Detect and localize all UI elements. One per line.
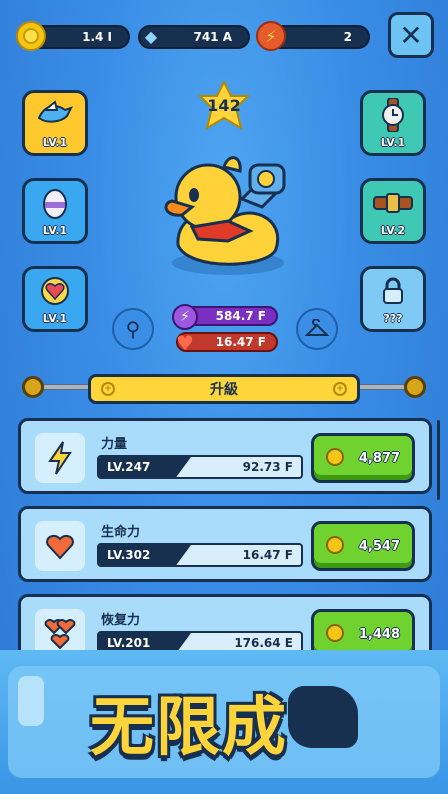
card-value: 176.64 E	[234, 636, 293, 650]
heart-amulet-icon	[39, 269, 71, 312]
egg-icon	[41, 181, 69, 224]
watch-icon	[378, 93, 408, 136]
banner-obscured-glyph	[288, 686, 358, 748]
banner-text: 无限成	[90, 691, 288, 765]
rail-knob-left	[22, 376, 44, 398]
power-upgrade-icon	[35, 433, 85, 483]
buy-button[interactable]: 4,547	[311, 521, 415, 571]
stat-bar: LV.302 16.47 F	[97, 543, 303, 567]
card-value: 92.73 F	[242, 460, 293, 474]
wing-icon	[35, 93, 75, 136]
slot-locked[interactable]: ???	[360, 266, 426, 332]
slot-belt[interactable]: LV.2	[360, 178, 426, 244]
buy-price: 4,877	[358, 450, 400, 466]
card-value: 16.47 F	[242, 548, 293, 562]
coin-counter[interactable]: 1.4 I	[16, 21, 130, 51]
coin-icon	[16, 21, 46, 51]
slot-egg[interactable]: LV.1	[22, 178, 88, 244]
slot-wing[interactable]: LV.1	[22, 90, 88, 156]
power-lightning-icon: ⚡	[172, 304, 198, 330]
resource-bar: 1.4 I ◆ 741 A ⚡ 2	[16, 18, 370, 56]
gem-value: 741 A	[193, 30, 232, 44]
slot-wing-level: LV.1	[42, 136, 68, 149]
power-value: 584.7 F	[215, 309, 266, 323]
health-heart-icon: ♥	[176, 331, 194, 355]
tab-upgrade-label: 升級	[210, 382, 238, 398]
magnifier-icon: ⚲	[125, 317, 141, 341]
lightning-icon: ⚡	[256, 21, 286, 51]
energy-value: 2	[343, 30, 352, 44]
health-stat: ♥ 16.47 F	[176, 331, 278, 355]
plus-icon: +	[101, 382, 115, 396]
gem-counter[interactable]: ◆ 741 A	[138, 25, 250, 49]
diamond-icon: ◆	[144, 26, 158, 46]
tab-upgrade[interactable]: + 升級 +	[88, 374, 360, 404]
close-icon: ✕	[399, 18, 423, 52]
upgrade-card-health: 生命力 LV.302 16.47 F 4,547	[18, 506, 432, 582]
banner-slot	[18, 676, 44, 726]
coin-icon	[326, 448, 344, 466]
coin-icon	[326, 536, 344, 554]
card-level: LV.201	[107, 636, 151, 650]
inspect-button[interactable]: ⚲	[112, 308, 154, 350]
slot-belt-level: LV.2	[380, 224, 406, 237]
wardrobe-button[interactable]	[296, 308, 338, 350]
lock-icon	[381, 269, 405, 312]
buy-price: 4,547	[358, 538, 400, 554]
card-name: 生命力	[101, 525, 141, 540]
buy-price: 1,448	[358, 626, 400, 642]
duck-character	[164, 156, 286, 275]
coin-icon	[326, 624, 344, 642]
slot-locked-label: ???	[383, 312, 403, 325]
rail-knob-right	[404, 376, 426, 398]
slot-egg-level: LV.1	[42, 224, 68, 237]
player-level: 142	[207, 96, 241, 115]
hanger-icon	[305, 319, 329, 336]
belt-icon	[373, 181, 413, 224]
card-level: LV.247	[107, 460, 151, 474]
card-level: LV.302	[107, 548, 151, 562]
buy-button[interactable]: 4,877	[311, 433, 415, 483]
slot-watch[interactable]: LV.1	[360, 90, 426, 156]
slot-watch-level: LV.1	[380, 136, 406, 149]
upgrade-card-power: 力量 LV.247 92.73 F 4,877	[18, 418, 432, 494]
energy-counter[interactable]: ⚡ 2	[256, 21, 370, 51]
slot-heart[interactable]: LV.1	[22, 266, 88, 332]
card-name: 恢复力	[101, 613, 141, 628]
close-button[interactable]: ✕	[388, 12, 434, 58]
slot-heart-level: LV.1	[42, 312, 68, 325]
plus-icon: +	[333, 382, 347, 396]
health-value: 16.47 F	[215, 335, 266, 349]
card-name: 力量	[101, 437, 128, 452]
power-stat: ⚡ 584.7 F	[172, 304, 278, 330]
stat-bar: LV.247 92.73 F	[97, 455, 303, 479]
scrollbar[interactable]	[437, 420, 440, 500]
health-upgrade-icon	[35, 521, 85, 571]
coin-value: 1.4 I	[82, 30, 112, 44]
